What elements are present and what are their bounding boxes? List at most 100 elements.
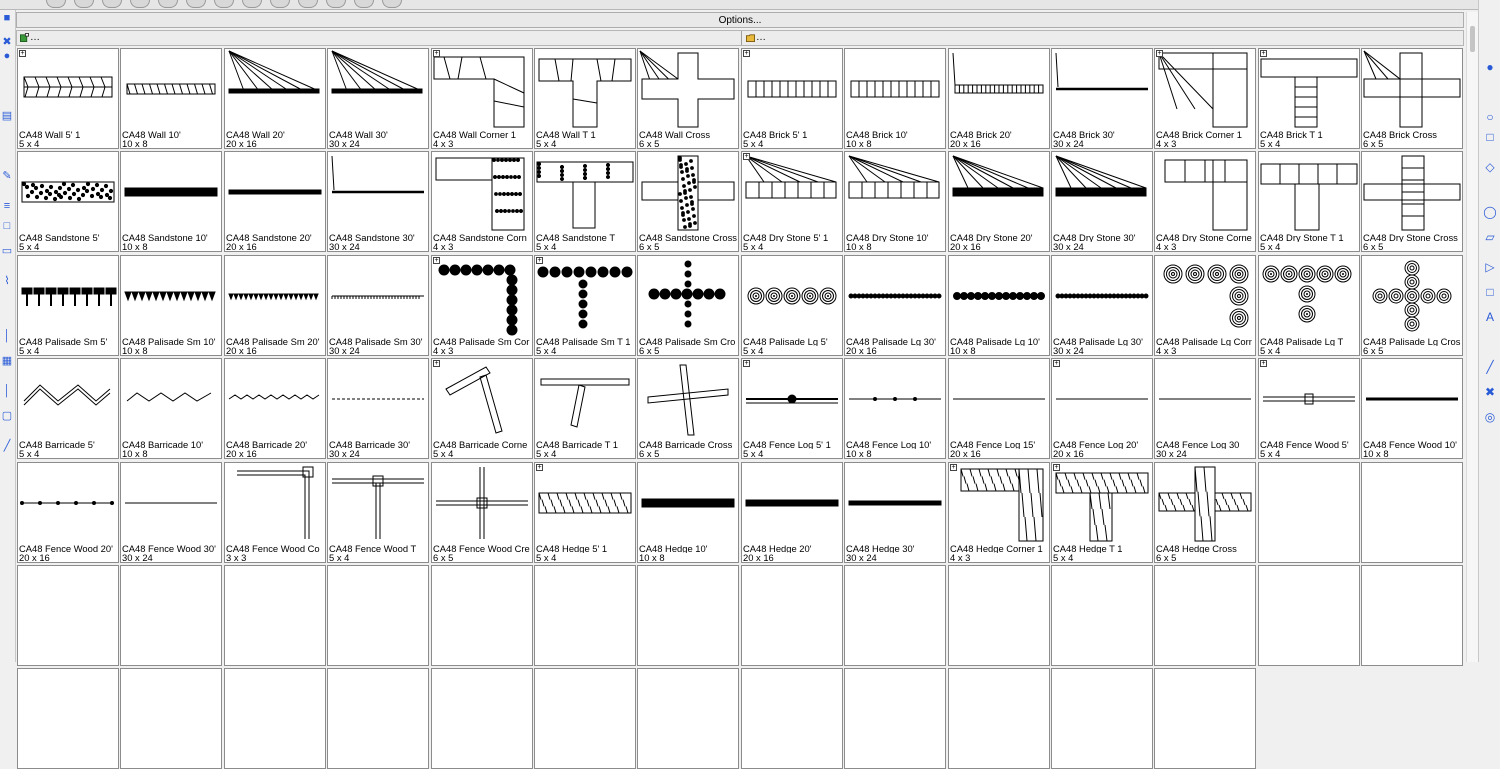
library-item[interactable]: CA48 Dry Stone 30' 30 x 24	[1051, 151, 1153, 252]
library-item[interactable]: CA48 Fence Log 30 30 x 24	[1154, 358, 1256, 459]
empty-slot[interactable]	[1258, 462, 1360, 563]
tool-icon[interactable]: □	[1483, 285, 1497, 299]
expand-icon[interactable]: +	[743, 360, 750, 367]
empty-slot[interactable]	[1154, 668, 1256, 769]
empty-slot[interactable]	[17, 565, 119, 666]
tool-icon[interactable]: □	[1, 220, 13, 232]
expand-icon[interactable]: +	[433, 360, 440, 367]
library-item[interactable]: CA48 Brick 30' 30 x 24	[1051, 48, 1153, 149]
library-item[interactable]: + CA48 Brick T 15 x 4	[1258, 48, 1360, 149]
expand-icon[interactable]: +	[743, 50, 750, 57]
empty-slot[interactable]	[844, 668, 946, 769]
library-item[interactable]: + CA48 Wall Corner 14 x 3	[431, 48, 533, 149]
empty-slot[interactable]	[120, 565, 222, 666]
tool-icon[interactable]: A	[1483, 310, 1497, 324]
library-item[interactable]: CA48 Wall 30' 30 x 24	[327, 48, 429, 149]
expand-icon[interactable]: +	[1156, 50, 1163, 57]
toolbar-button[interactable]	[186, 0, 206, 8]
empty-slot[interactable]	[224, 668, 326, 769]
library-item[interactable]: + CA48 Wall 5' 15 x 4	[17, 48, 119, 149]
library-item[interactable]: CA48 Palisade Sm 30' 30 x 24	[327, 255, 429, 356]
tool-icon[interactable]: ■	[1, 12, 13, 24]
library-item[interactable]: CA48 Palisade Sm 20' 20 x 16	[224, 255, 326, 356]
library-item[interactable]: CA48 Sandstone 5' 5 x 4	[17, 151, 119, 252]
empty-slot[interactable]	[17, 668, 119, 769]
library-item[interactable]: CA48 Barricade T 15 x 4	[534, 358, 636, 459]
empty-slot[interactable]	[224, 565, 326, 666]
library-item[interactable]: CA48 Brick 20' 20 x 16	[948, 48, 1050, 149]
expand-icon[interactable]: +	[433, 50, 440, 57]
tool-icon[interactable]: ◇	[1483, 160, 1497, 174]
toolbar-button[interactable]	[102, 0, 122, 8]
library-item[interactable]: CA48 Fence Wood 20' 20 x 16	[17, 462, 119, 563]
empty-slot[interactable]	[1051, 565, 1153, 666]
empty-slot[interactable]	[431, 668, 533, 769]
empty-slot[interactable]	[637, 668, 739, 769]
library-item[interactable]: CA48 Dry Stone Cross 6 x 5	[1361, 151, 1463, 252]
library-item[interactable]: CA48 Barricade 20' 20 x 16	[224, 358, 326, 459]
library-item[interactable]: CA48 Fence Wood T5 x 4	[327, 462, 429, 563]
library-item[interactable]: CA48 Barricade Cross 6 x 5	[637, 358, 739, 459]
library-item[interactable]: + CA48 Hedge Corner 14 x 3	[948, 462, 1050, 563]
scrollbar-thumb[interactable]	[1470, 26, 1475, 52]
expand-icon[interactable]: +	[433, 257, 440, 264]
tool-icon[interactable]: ✎	[1, 170, 13, 182]
library-item[interactable]: CA48 Sandstone T5 x 4	[534, 151, 636, 252]
toolbar-button[interactable]	[214, 0, 234, 8]
tool-icon[interactable]: ▷	[1483, 260, 1497, 274]
empty-slot[interactable]	[1361, 565, 1463, 666]
library-item[interactable]: + CA48 Dry Stone 5' 15 x 4	[741, 151, 843, 252]
library-item[interactable]: CA48 Hedge 20' 20 x 16	[741, 462, 843, 563]
library-item[interactable]: CA48 Sandstone 10' 10 x 8	[120, 151, 222, 252]
expand-icon[interactable]: +	[1260, 50, 1267, 57]
tool-icon[interactable]: ▤	[1, 110, 13, 122]
library-item[interactable]: CA48 Hedge Cross 6 x 5	[1154, 462, 1256, 563]
library-item[interactable]: + CA48 Hedge T 15 x 4	[1051, 462, 1153, 563]
library-item[interactable]: CA48 Barricade 5' 5 x 4	[17, 358, 119, 459]
library-item[interactable]: CA48 Palisade Sm 5' 5 x 4	[17, 255, 119, 356]
tool-icon[interactable]: ╱	[1483, 360, 1497, 374]
library-item[interactable]: CA48 Barricade 30' 30 x 24	[327, 358, 429, 459]
empty-slot[interactable]	[534, 668, 636, 769]
library-item[interactable]: CA48 Hedge 30' 30 x 24	[844, 462, 946, 563]
toolbar-button[interactable]	[382, 0, 402, 8]
library-item[interactable]: CA48 Wall 10' 10 x 8	[120, 48, 222, 149]
expand-icon[interactable]: +	[1053, 464, 1060, 471]
library-item[interactable]: CA48 Fence Wood Co 3 x 3	[224, 462, 326, 563]
path-right[interactable]: …	[743, 31, 1461, 45]
tool-icon[interactable]: ╱	[1, 440, 13, 452]
tool-icon[interactable]: ▦	[1, 355, 13, 367]
toolbar-button[interactable]	[130, 0, 150, 8]
library-item[interactable]: CA48 Palisade Lg 10' 10 x 8	[948, 255, 1050, 356]
library-item[interactable]: CA48 Sandstone 20' 20 x 16	[224, 151, 326, 252]
library-item[interactable]: CA48 Dry Stone 10' 10 x 8	[844, 151, 946, 252]
library-item[interactable]: CA48 Palisade Sm Cro 6 x 5	[637, 255, 739, 356]
library-item[interactable]: CA48 Sandstone 30' 30 x 24	[327, 151, 429, 252]
toolbar-button[interactable]	[74, 0, 94, 8]
expand-icon[interactable]: +	[19, 50, 26, 57]
empty-slot[interactable]	[327, 565, 429, 666]
library-item[interactable]: CA48 Hedge 10' 10 x 8	[637, 462, 739, 563]
empty-slot[interactable]	[948, 668, 1050, 769]
library-item[interactable]: + CA48 Palisade Sm Cor 4 x 3	[431, 255, 533, 356]
expand-icon[interactable]: +	[950, 464, 957, 471]
toolbar-button[interactable]	[158, 0, 178, 8]
toolbar-button[interactable]	[270, 0, 290, 8]
library-item[interactable]: CA48 Dry Stone 20' 20 x 16	[948, 151, 1050, 252]
library-item[interactable]: CA48 Fence Wood 30' 30 x 24	[120, 462, 222, 563]
library-item[interactable]: CA48 Palisade Lg T5 x 4	[1258, 255, 1360, 356]
library-item[interactable]: CA48 Brick Cross 6 x 5	[1361, 48, 1463, 149]
tool-icon[interactable]: □	[1483, 130, 1497, 144]
library-item[interactable]: CA48 Dry Stone Corne 4 x 3	[1154, 151, 1256, 252]
library-item[interactable]: + CA48 Brick 5' 15 x 4	[741, 48, 843, 149]
library-item[interactable]: CA48 Wall 20' 20 x 16	[224, 48, 326, 149]
library-item[interactable]: CA48 Sandstone Corn 4 x 3	[431, 151, 533, 252]
empty-slot[interactable]	[741, 565, 843, 666]
empty-slot[interactable]	[1361, 462, 1463, 563]
tool-icon[interactable]: ✖	[1483, 385, 1497, 399]
tool-icon[interactable]: │	[1, 330, 13, 342]
library-item[interactable]: + CA48 Palisade Sm T 15 x 4	[534, 255, 636, 356]
empty-slot[interactable]	[327, 668, 429, 769]
path-left[interactable]: …	[17, 31, 740, 45]
library-item[interactable]: CA48 Dry Stone T 15 x 4	[1258, 151, 1360, 252]
